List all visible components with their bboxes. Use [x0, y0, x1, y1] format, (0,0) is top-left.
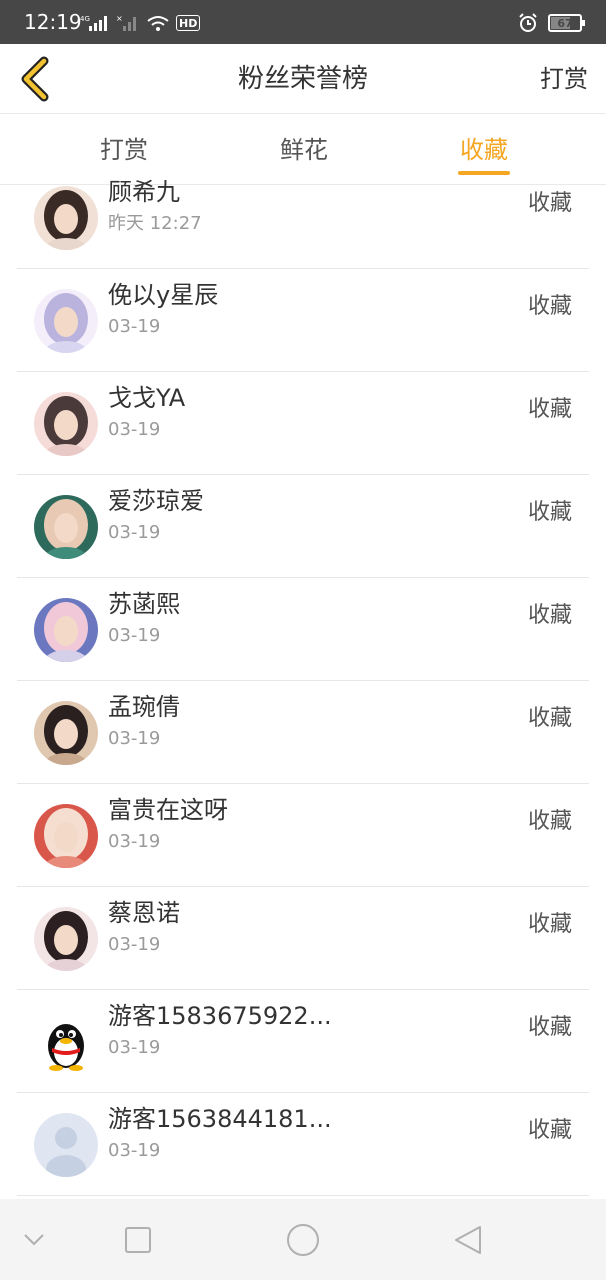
list-item[interactable]: 游客1563844181... 03-19 收藏 — [0, 1093, 606, 1196]
page-title: 粉丝荣誉榜 — [237, 64, 368, 94]
user-name: 富贵在这呀 — [108, 796, 228, 824]
photo-avatar[interactable] — [34, 392, 98, 456]
photo-avatar[interactable] — [34, 804, 98, 868]
user-name: 爱莎琼爱 — [108, 487, 204, 515]
signal-x-icon: × — [116, 14, 136, 31]
nav-home-button[interactable] — [286, 1223, 320, 1257]
user-time: 昨天 12:27 — [108, 213, 202, 234]
user-time: 03-19 — [108, 1037, 161, 1058]
photo-avatar[interactable] — [34, 907, 98, 971]
signal-icon: 4G — [80, 15, 107, 31]
tab-flowers[interactable]: 鲜花 — [254, 134, 354, 166]
favorite-label: 收藏 — [527, 500, 572, 525]
favorite-label: 收藏 — [527, 706, 572, 731]
user-name: 蔡恩诺 — [108, 899, 180, 927]
nav-collapse-button[interactable] — [17, 1223, 51, 1257]
user-time: 03-19 — [108, 316, 161, 337]
user-time: 03-19 — [108, 522, 161, 543]
battery-level: 67 — [557, 16, 573, 30]
status-icons: 4G × HD — [80, 14, 201, 32]
user-name: 俛以y星辰 — [108, 281, 219, 309]
hd-icon: HD — [176, 15, 201, 31]
list-item[interactable]: 富贵在这呀 03-19 收藏 — [0, 784, 606, 887]
list-item[interactable]: 蔡恩诺 03-19 收藏 — [0, 887, 606, 990]
reward-button[interactable]: 打赏 — [540, 62, 588, 96]
photo-avatar[interactable] — [34, 701, 98, 765]
user-name: 游客1563844181... — [108, 1105, 332, 1133]
header: 粉丝荣誉榜 打赏 — [0, 44, 606, 114]
network-label: 4G — [80, 15, 90, 23]
nav-back-button[interactable] — [452, 1223, 486, 1257]
anime-avatar[interactable] — [34, 289, 98, 353]
user-name: 顾希九 — [108, 178, 180, 206]
favorite-label: 收藏 — [527, 1118, 572, 1143]
list-item[interactable]: 爱莎琼爱 03-19 收藏 — [0, 475, 606, 578]
user-time: 03-19 — [108, 831, 161, 852]
favorite-label: 收藏 — [527, 294, 572, 319]
favorite-label: 收藏 — [527, 912, 572, 937]
list-item[interactable]: 俛以y星辰 03-19 收藏 — [0, 269, 606, 372]
user-name: 孟琬倩 — [108, 693, 180, 721]
battery-icon: 67 — [548, 14, 585, 32]
user-time: 03-19 — [108, 1140, 161, 1161]
user-name: 游客1583675922... — [108, 1002, 332, 1030]
status-right: 67 — [518, 12, 585, 34]
photo-avatar[interactable] — [34, 495, 98, 559]
wifi-icon — [147, 16, 169, 31]
favorite-label: 收藏 — [527, 809, 572, 834]
triangle-back-icon — [455, 1226, 481, 1254]
nav-recents-button[interactable] — [121, 1223, 155, 1257]
user-time: 03-19 — [108, 934, 161, 955]
list-item[interactable]: 游客1583675922... 03-19 收藏 — [0, 990, 606, 1093]
chevron-down-icon — [24, 1234, 44, 1246]
user-time: 03-19 — [108, 728, 161, 749]
default-avatar[interactable] — [34, 1113, 98, 1177]
navigation-bar — [0, 1199, 606, 1280]
hd-label: HD — [179, 16, 198, 30]
favorite-label: 收藏 — [527, 191, 572, 216]
list-item[interactable]: 孟琬倩 03-19 收藏 — [0, 681, 606, 784]
list-item[interactable]: 苏菡熙 03-19 收藏 — [0, 578, 606, 681]
favorite-label: 收藏 — [527, 603, 572, 628]
tab-favorites[interactable]: 收藏 — [434, 134, 534, 166]
favorite-label: 收藏 — [527, 1015, 572, 1040]
list-item[interactable]: 戈戈YA 03-19 收藏 — [0, 372, 606, 475]
user-name: 苏菡熙 — [108, 590, 180, 618]
photo-avatar[interactable] — [34, 186, 98, 250]
user-name: 戈戈YA — [108, 384, 186, 412]
list-item[interactable]: 顾希九昨天 12:27 收藏 — [0, 166, 606, 269]
circle-icon — [287, 1224, 319, 1256]
penguin-avatar[interactable] — [34, 1010, 98, 1074]
tab-reward[interactable]: 打赏 — [74, 134, 174, 166]
status-time: 12:19 — [24, 10, 82, 34]
anime-avatar[interactable] — [34, 598, 98, 662]
user-time: 03-19 — [108, 625, 161, 646]
user-time: 03-19 — [108, 419, 161, 440]
square-icon — [125, 1227, 151, 1253]
svg-text:×: × — [116, 14, 123, 23]
row-divider — [17, 1195, 589, 1196]
tab-favorites-label: 收藏 — [460, 136, 508, 164]
favorite-label: 收藏 — [527, 397, 572, 422]
alarm-icon — [519, 13, 537, 32]
status-bar: 12:19 4G × HD 67 — [0, 0, 606, 44]
